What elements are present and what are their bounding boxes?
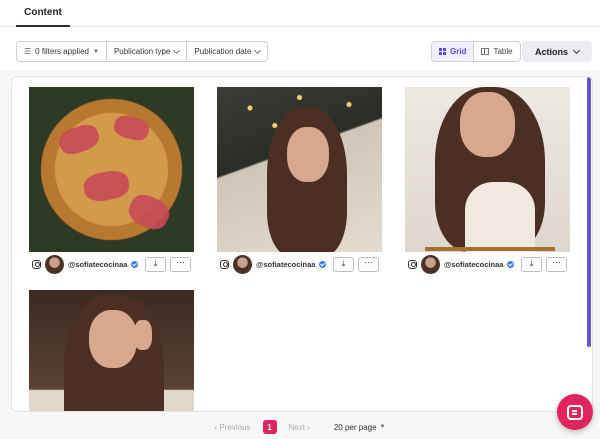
content-card[interactable]: @sofiatecocinaa ⤓ ···	[29, 87, 194, 274]
instagram-icon	[408, 259, 417, 269]
grid-icon	[439, 48, 446, 55]
toolbar: ☰ 0 filters applied ▼ Publication type P…	[0, 27, 600, 71]
post-thumbnail[interactable]	[29, 290, 194, 411]
publication-date-label: Publication date	[194, 47, 252, 56]
filters-applied-button[interactable]: ☰ 0 filters applied ▼	[17, 42, 106, 61]
tab-content[interactable]: Content	[16, 0, 70, 27]
instagram-icon	[32, 259, 41, 269]
publication-type-dropdown[interactable]: Publication type	[105, 42, 186, 61]
content-card[interactable]: @sofiatecocinaa ⤓ ···	[405, 87, 570, 274]
download-button[interactable]: ⤓	[521, 256, 542, 272]
per-page-dropdown[interactable]: 20 per page ▼	[334, 423, 386, 432]
thumbnail-detail	[124, 189, 174, 235]
filter-group: ☰ 0 filters applied ▼ Publication type P…	[16, 41, 269, 62]
content-grid-panel: @sofiatecocinaa ⤓ ··· @sofiatecocinaa ⤓ …	[11, 76, 593, 412]
grid-view-label: Grid	[450, 47, 467, 56]
caret-down-icon: ▼	[379, 424, 386, 430]
top-tabs-bar: Content	[0, 0, 600, 27]
actions-button[interactable]: Actions	[522, 41, 592, 62]
card-footer: @sofiatecocinaa ⤓ ···	[405, 253, 570, 275]
creator-handle[interactable]: @sofiatecocinaa	[256, 260, 315, 269]
thumbnail-detail	[81, 168, 132, 204]
verified-badge-icon	[507, 260, 515, 268]
download-icon: ⤓	[153, 259, 158, 268]
publication-date-dropdown[interactable]: Publication date	[186, 42, 267, 61]
thumbnail-detail	[55, 120, 103, 159]
download-icon: ⤓	[341, 259, 346, 268]
avatar	[233, 254, 252, 274]
more-options-button[interactable]: ···	[546, 256, 567, 272]
download-button[interactable]: ⤓	[145, 256, 166, 272]
instagram-icon	[220, 259, 229, 269]
download-icon: ⤓	[529, 259, 534, 268]
pagination: ‹ Previous 1 Next › 20 per page ▼	[0, 415, 600, 439]
avatar	[45, 254, 64, 274]
post-thumbnail[interactable]	[217, 87, 382, 252]
thumbnail-detail	[460, 92, 515, 157]
per-page-label: 20 per page	[333, 422, 377, 432]
card-footer: @sofiatecocinaa ⤓ ···	[29, 253, 194, 275]
download-button[interactable]: ⤓	[333, 256, 354, 272]
vertical-scrollbar[interactable]	[587, 77, 591, 347]
table-view-label: Table	[493, 47, 513, 56]
grid-view-button[interactable]: Grid	[432, 42, 474, 61]
next-label: Next	[288, 422, 305, 432]
previous-page-button[interactable]: ‹ Previous	[214, 423, 250, 432]
filter-icon: ☰	[24, 47, 32, 56]
verified-badge-icon	[319, 260, 327, 268]
chat-icon	[567, 404, 583, 420]
verified-badge-icon	[131, 260, 139, 268]
ellipsis-icon: ···	[364, 256, 373, 267]
view-toggle: Grid Table	[431, 41, 521, 62]
avatar	[421, 254, 440, 274]
thumbnail-detail	[465, 182, 535, 252]
content-card[interactable]: @sofiatecocinaa ⤓ ···	[217, 87, 382, 274]
ellipsis-icon: ···	[552, 256, 561, 267]
thumbnail-detail	[89, 310, 137, 368]
publication-type-label: Publication type	[113, 47, 171, 56]
more-options-button[interactable]: ···	[358, 256, 379, 272]
chevron-down-icon	[173, 46, 181, 54]
chat-support-button[interactable]	[557, 394, 593, 430]
content-card[interactable]	[29, 290, 194, 411]
creator-handle[interactable]: @sofiatecocinaa	[444, 260, 503, 269]
thumbnail-detail	[111, 112, 152, 144]
current-page[interactable]: 1	[262, 420, 277, 434]
table-icon	[481, 48, 490, 55]
thumbnail-detail	[134, 320, 152, 350]
card-footer: @sofiatecocinaa ⤓ ···	[217, 253, 382, 275]
chevron-down-icon	[254, 46, 262, 54]
creator-handle[interactable]: @sofiatecocinaa	[68, 260, 127, 269]
post-thumbnail[interactable]	[29, 87, 194, 252]
previous-label: Previous	[219, 422, 251, 432]
more-options-button[interactable]: ···	[170, 256, 191, 272]
filters-applied-label: 0 filters applied	[35, 47, 89, 56]
ellipsis-icon: ···	[176, 256, 185, 267]
thumbnail-detail	[425, 247, 555, 251]
chevron-down-icon	[572, 46, 581, 54]
caret-down-icon: ▼	[92, 48, 99, 55]
table-view-button[interactable]: Table	[473, 42, 519, 61]
post-thumbnail[interactable]	[405, 87, 570, 252]
thumbnail-detail	[287, 127, 329, 182]
actions-label: Actions	[534, 46, 568, 57]
next-page-button[interactable]: Next ›	[289, 423, 310, 432]
